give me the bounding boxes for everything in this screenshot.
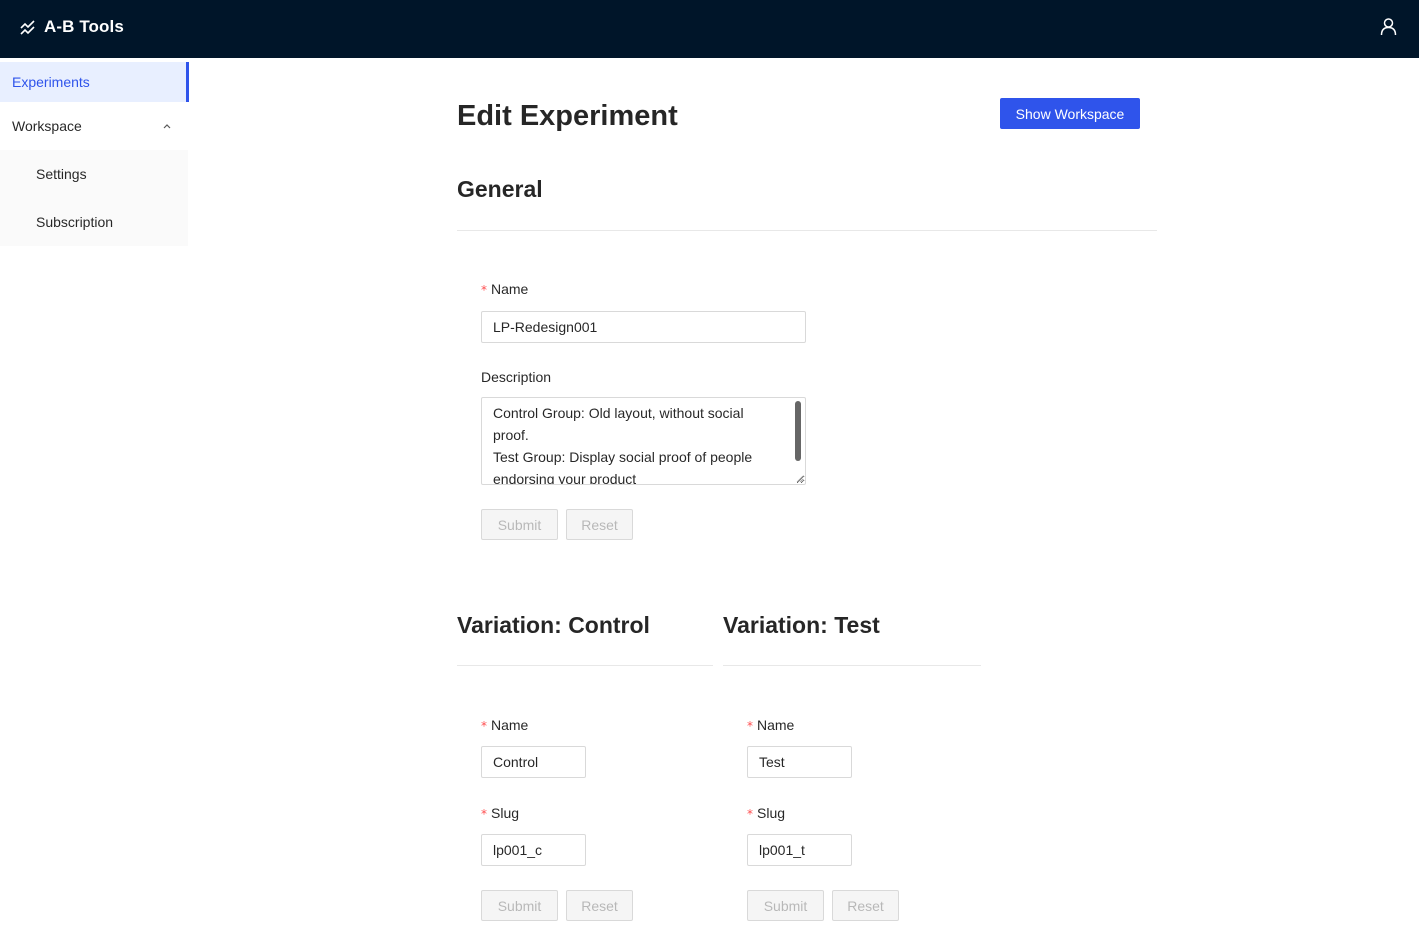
general-submit-button[interactable]: Submit [481,509,558,540]
sidebar-item-subscription[interactable]: Subscription [0,198,188,246]
brand[interactable]: A-B Tools [20,17,124,37]
sidebar-item-experiments[interactable]: Experiments [0,62,189,102]
test-submit-button[interactable]: Submit [747,890,824,921]
test-name-input[interactable] [747,746,852,778]
general-reset-button[interactable]: Reset [566,509,633,540]
test-reset-button[interactable]: Reset [832,890,899,921]
user-icon[interactable] [1379,17,1398,36]
control-name-label: * Name [481,717,528,733]
control-slug-input[interactable] [481,834,586,866]
required-marker: * [481,283,487,297]
test-name-label-text: Name [757,717,795,733]
line-chart-icon [20,20,35,35]
variation-control-divider [457,665,713,666]
app-title: A-B Tools [44,17,124,36]
required-marker: * [747,719,753,733]
control-reset-button[interactable]: Reset [566,890,633,921]
sidebar-item-settings[interactable]: Settings [0,150,188,198]
test-name-label: * Name [747,717,794,733]
required-marker: * [481,807,487,821]
variation-control-title: Variation: Control [457,612,650,638]
sidebar-item-label: Settings [36,166,87,182]
sidebar: Experiments Workspace Settings Subscript… [0,58,189,246]
sidebar-item-label: Workspace [12,118,82,134]
required-marker: * [481,719,487,733]
variation-test-divider [723,665,981,666]
control-slug-label-text: Slug [491,805,520,821]
sidebar-item-label: Experiments [12,74,90,90]
general-section-title: General [457,176,543,202]
test-slug-label-text: Slug [757,805,786,821]
sidebar-item-label: Subscription [36,214,114,230]
control-submit-button[interactable]: Submit [481,890,558,921]
show-workspace-button[interactable]: Show Workspace [1000,98,1140,129]
description-scrollbar[interactable] [795,401,801,461]
required-marker: * [747,807,753,821]
name-label: * Name [481,281,528,297]
variation-test-title: Variation: Test [723,612,880,638]
description-label: Description [481,369,552,385]
name-label-text: Name [491,281,529,297]
resize-grip-icon[interactable] [796,475,804,483]
workspace-submenu: Settings Subscription [0,150,189,246]
sidebar-item-workspace[interactable]: Workspace [0,102,189,150]
general-divider [457,230,1157,231]
experiment-name-input[interactable] [481,311,806,343]
test-slug-label: * Slug [747,805,785,821]
top-header: A-B Tools [0,0,1419,58]
control-name-input[interactable] [481,746,586,778]
control-slug-label: * Slug [481,805,519,821]
test-slug-input[interactable] [747,834,852,866]
chevron-up-icon [163,124,171,129]
control-name-label-text: Name [491,717,529,733]
page-title: Edit Experiment [457,100,678,132]
description-textarea[interactable] [481,397,806,485]
